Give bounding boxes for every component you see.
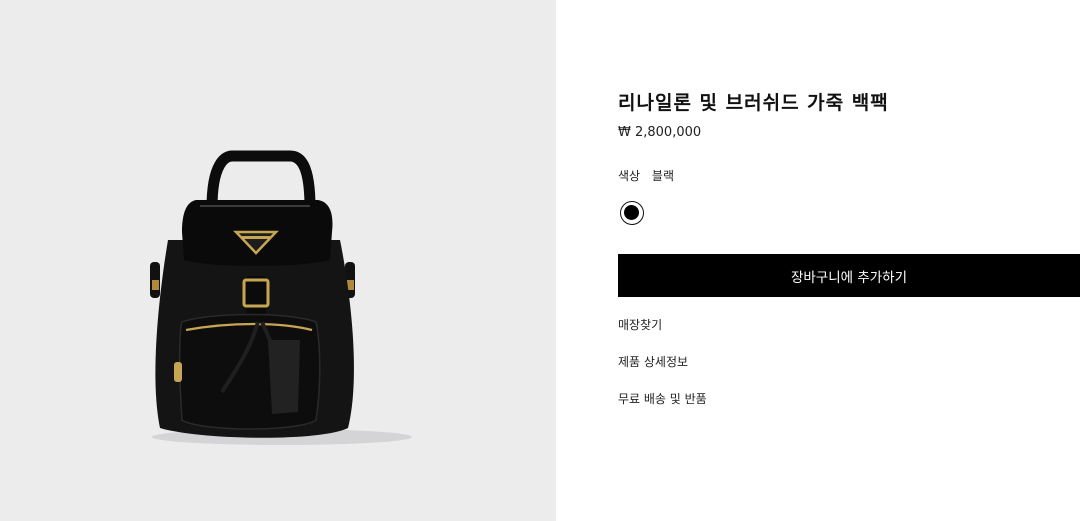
- product-details-link[interactable]: 제품 상세정보: [618, 353, 688, 370]
- shipping-returns-link[interactable]: 무료 배송 및 반품: [618, 390, 707, 407]
- color-swatch-black[interactable]: [620, 201, 644, 225]
- swatch-fill: [624, 205, 639, 220]
- product-image-gallery[interactable]: [0, 0, 556, 521]
- product-price: ₩ 2,800,000: [618, 125, 702, 140]
- color-value: 블랙: [651, 169, 675, 183]
- product-title: 리나일론 및 브러쉬드 가죽 백팩: [618, 92, 889, 114]
- add-to-cart-button[interactable]: 장바구니에 추가하기: [618, 254, 1080, 297]
- find-store-link[interactable]: 매장찾기: [618, 316, 662, 333]
- product-image-backpack: [150, 150, 412, 445]
- color-label: 색상: [618, 169, 641, 183]
- color-selection-label: 색상 블랙: [618, 167, 674, 184]
- product-info-panel: 리나일론 및 브러쉬드 가죽 백팩 ₩ 2,800,000 색상 블랙 장바구니…: [618, 0, 1080, 521]
